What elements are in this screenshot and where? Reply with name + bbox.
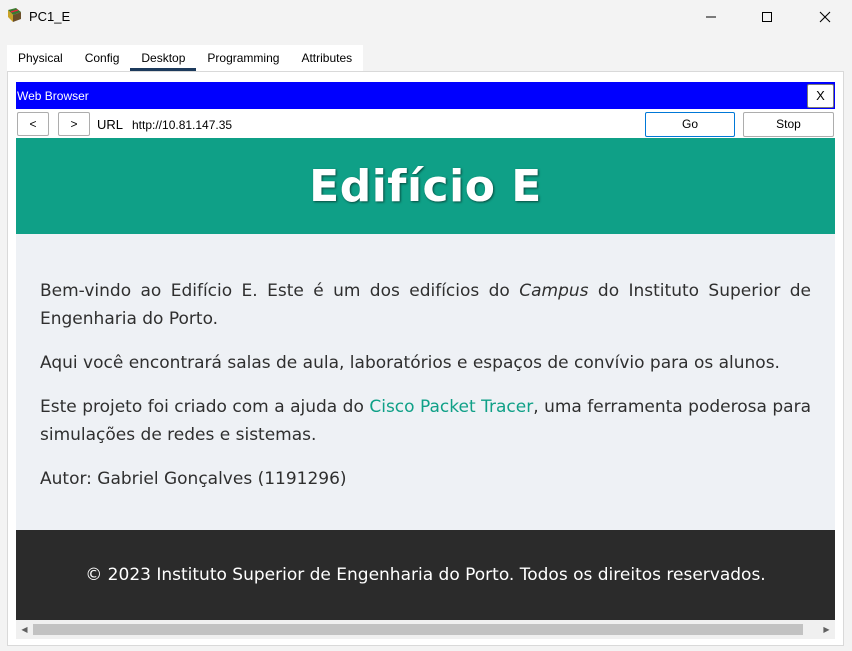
close-icon (819, 11, 831, 23)
paragraph-author: Autor: Gabriel Gonçalves (1191296) (40, 469, 347, 489)
packet-tracer-pc-icon (8, 8, 21, 22)
tab-physical[interactable]: Physical (7, 45, 74, 71)
minimize-icon (706, 16, 716, 18)
go-button[interactable]: Go (645, 112, 735, 137)
window-titlebar: PC1_E (0, 0, 852, 34)
back-button[interactable]: < (17, 112, 49, 136)
url-label: URL (97, 117, 124, 132)
page-content: Bem-vindo ao Edifício E. Este é um dos e… (40, 277, 811, 509)
horizontal-scrollbar[interactable]: ◀ ▶ (16, 620, 835, 639)
stop-button[interactable]: Stop (743, 112, 834, 137)
web-browser-title: Web Browser (17, 89, 89, 103)
page-footer: © 2023 Instituto Superior de Engenharia … (16, 530, 835, 620)
tab-programming[interactable]: Programming (196, 45, 290, 71)
paragraph-project: Este projeto foi criado com a ajuda do C… (40, 393, 811, 449)
scrollbar-thumb[interactable] (33, 624, 803, 635)
forward-button[interactable]: > (58, 112, 90, 136)
text: Este projeto foi criado com a ajuda do (40, 397, 370, 417)
minimize-button[interactable] (688, 0, 734, 34)
campus-emphasis: Campus (519, 281, 589, 301)
text: Bem-vindo ao Edifício E. Este é um dos e… (40, 281, 520, 301)
page-header: Edifício E (16, 138, 835, 234)
web-browser-titlebar: Web Browser (16, 82, 835, 109)
tab-attributes[interactable]: Attributes (290, 45, 363, 71)
close-window-button[interactable] (802, 0, 848, 34)
paragraph-welcome: Bem-vindo ao Edifício E. Este é um dos e… (40, 277, 811, 333)
scroll-right-arrow-icon[interactable]: ▶ (818, 620, 835, 639)
tab-config[interactable]: Config (74, 45, 131, 71)
maximize-button[interactable] (744, 0, 790, 34)
web-page-viewport: Edifício E Bem-vindo ao Edifício E. Este… (16, 138, 835, 620)
window-title: PC1_E (29, 9, 71, 24)
paragraph-facilities: Aqui você encontrará salas de aula, labo… (40, 353, 780, 373)
scroll-left-arrow-icon[interactable]: ◀ (16, 620, 33, 639)
url-input[interactable] (129, 112, 636, 136)
device-tabs: Physical Config Desktop Programming Attr… (7, 45, 364, 71)
page-title: Edifício E (309, 160, 542, 212)
cisco-packet-tracer-link[interactable]: Cisco Packet Tracer (369, 397, 533, 417)
tab-desktop[interactable]: Desktop (130, 45, 197, 71)
maximize-icon (762, 12, 772, 22)
web-browser-close-button[interactable]: X (807, 84, 834, 108)
footer-copyright: © 2023 Instituto Superior de Engenharia … (85, 565, 766, 585)
